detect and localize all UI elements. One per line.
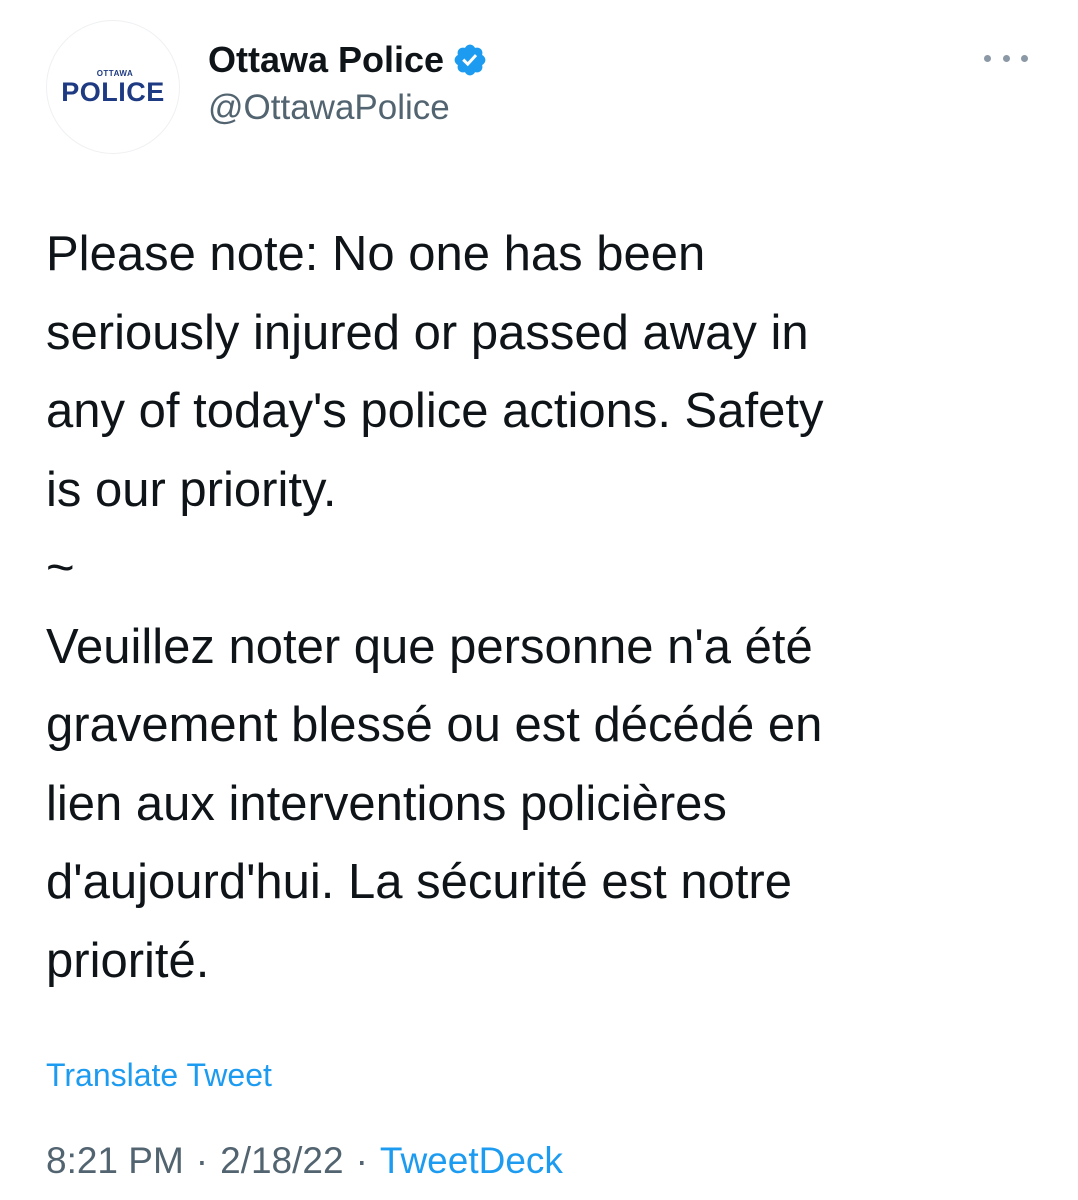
- more-dot: [984, 54, 991, 62]
- tweet-text-english: Please note: No one has been seriously i…: [46, 227, 824, 517]
- verified-badge-icon: [452, 42, 488, 78]
- tweet-source[interactable]: TweetDeck: [380, 1140, 563, 1182]
- more-horizontal-icon[interactable]: [984, 48, 1028, 68]
- police-logo-text: POLICE: [61, 76, 165, 107]
- meta-separator: ·: [195, 1140, 209, 1181]
- tweet-text-french: Veuillez noter que personne n'a été grav…: [46, 619, 823, 988]
- tweet-date[interactable]: 2/18/22: [220, 1140, 343, 1182]
- avatar[interactable]: OTTAWA POLICE: [46, 20, 180, 154]
- tweet-time[interactable]: 8:21 PM: [46, 1140, 184, 1182]
- more-dot: [1021, 54, 1028, 62]
- meta-separator: ·: [355, 1140, 368, 1181]
- translate-tweet-link[interactable]: Translate Tweet: [46, 1057, 272, 1094]
- more-dot: [1002, 54, 1010, 62]
- tweet-separator: ~: [46, 541, 75, 595]
- display-name[interactable]: Ottawa Police: [208, 39, 444, 81]
- display-name-row: Ottawa Police: [208, 38, 488, 82]
- tweet-body: Please note: No one has been seriously i…: [46, 215, 1046, 1000]
- tweet-header: OTTAWA POLICE Ottawa Police @OttawaPolic…: [46, 20, 1046, 160]
- author-handle[interactable]: @OttawaPolice: [208, 88, 488, 128]
- tweet-metadata: 8:21 PM · 2/18/22 · TweetDeck: [46, 1140, 563, 1182]
- author-info: Ottawa Police @OttawaPolice: [208, 38, 488, 128]
- tweet-detail: OTTAWA POLICE Ottawa Police @OttawaPolic…: [0, 0, 1078, 1200]
- avatar-logo-main: POLICE: [61, 76, 165, 107]
